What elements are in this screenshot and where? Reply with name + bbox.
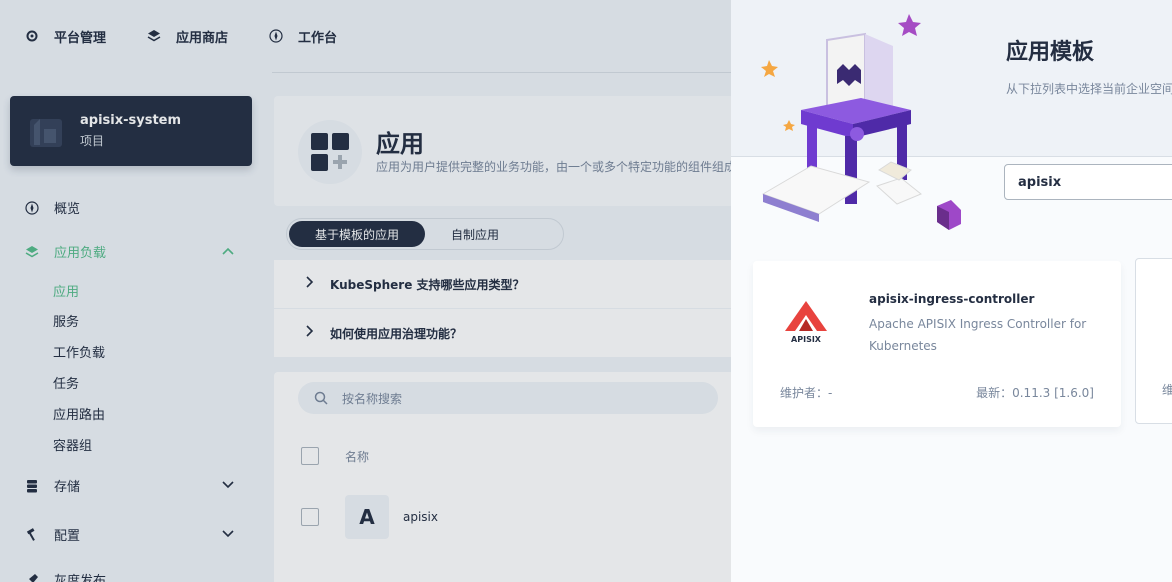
drawer-title: 应用模板 (1006, 40, 1095, 65)
template-search-input[interactable] (1004, 164, 1172, 200)
modal-overlay[interactable] (0, 0, 731, 582)
app-template-card-2[interactable]: 维护 (1135, 258, 1172, 424)
app-template-drawer: 应用模板 从下拉列表中选择当前企业空间 APISIX apisix-ingres… (731, 0, 1172, 582)
app-maintainer: 维护 (1162, 383, 1172, 397)
apisix-logo-text: APISIX (791, 335, 822, 344)
app-template-card[interactable]: APISIX apisix-ingress-controller Apache … (753, 261, 1121, 427)
app-latest-version: 最新：0.11.3 [1.6.0] (976, 386, 1094, 400)
app-template-name: apisix-ingress-controller (869, 292, 1035, 306)
drawer-description: 从下拉列表中选择当前企业空间 (1006, 82, 1172, 96)
apisix-logo-icon: APISIX (785, 301, 827, 344)
app-maintainer: 维护者：- (780, 386, 833, 400)
app-template-description: Apache APISIX Ingress Controller for Kub… (869, 317, 1087, 353)
lamp-chair-illustration (761, 14, 961, 230)
